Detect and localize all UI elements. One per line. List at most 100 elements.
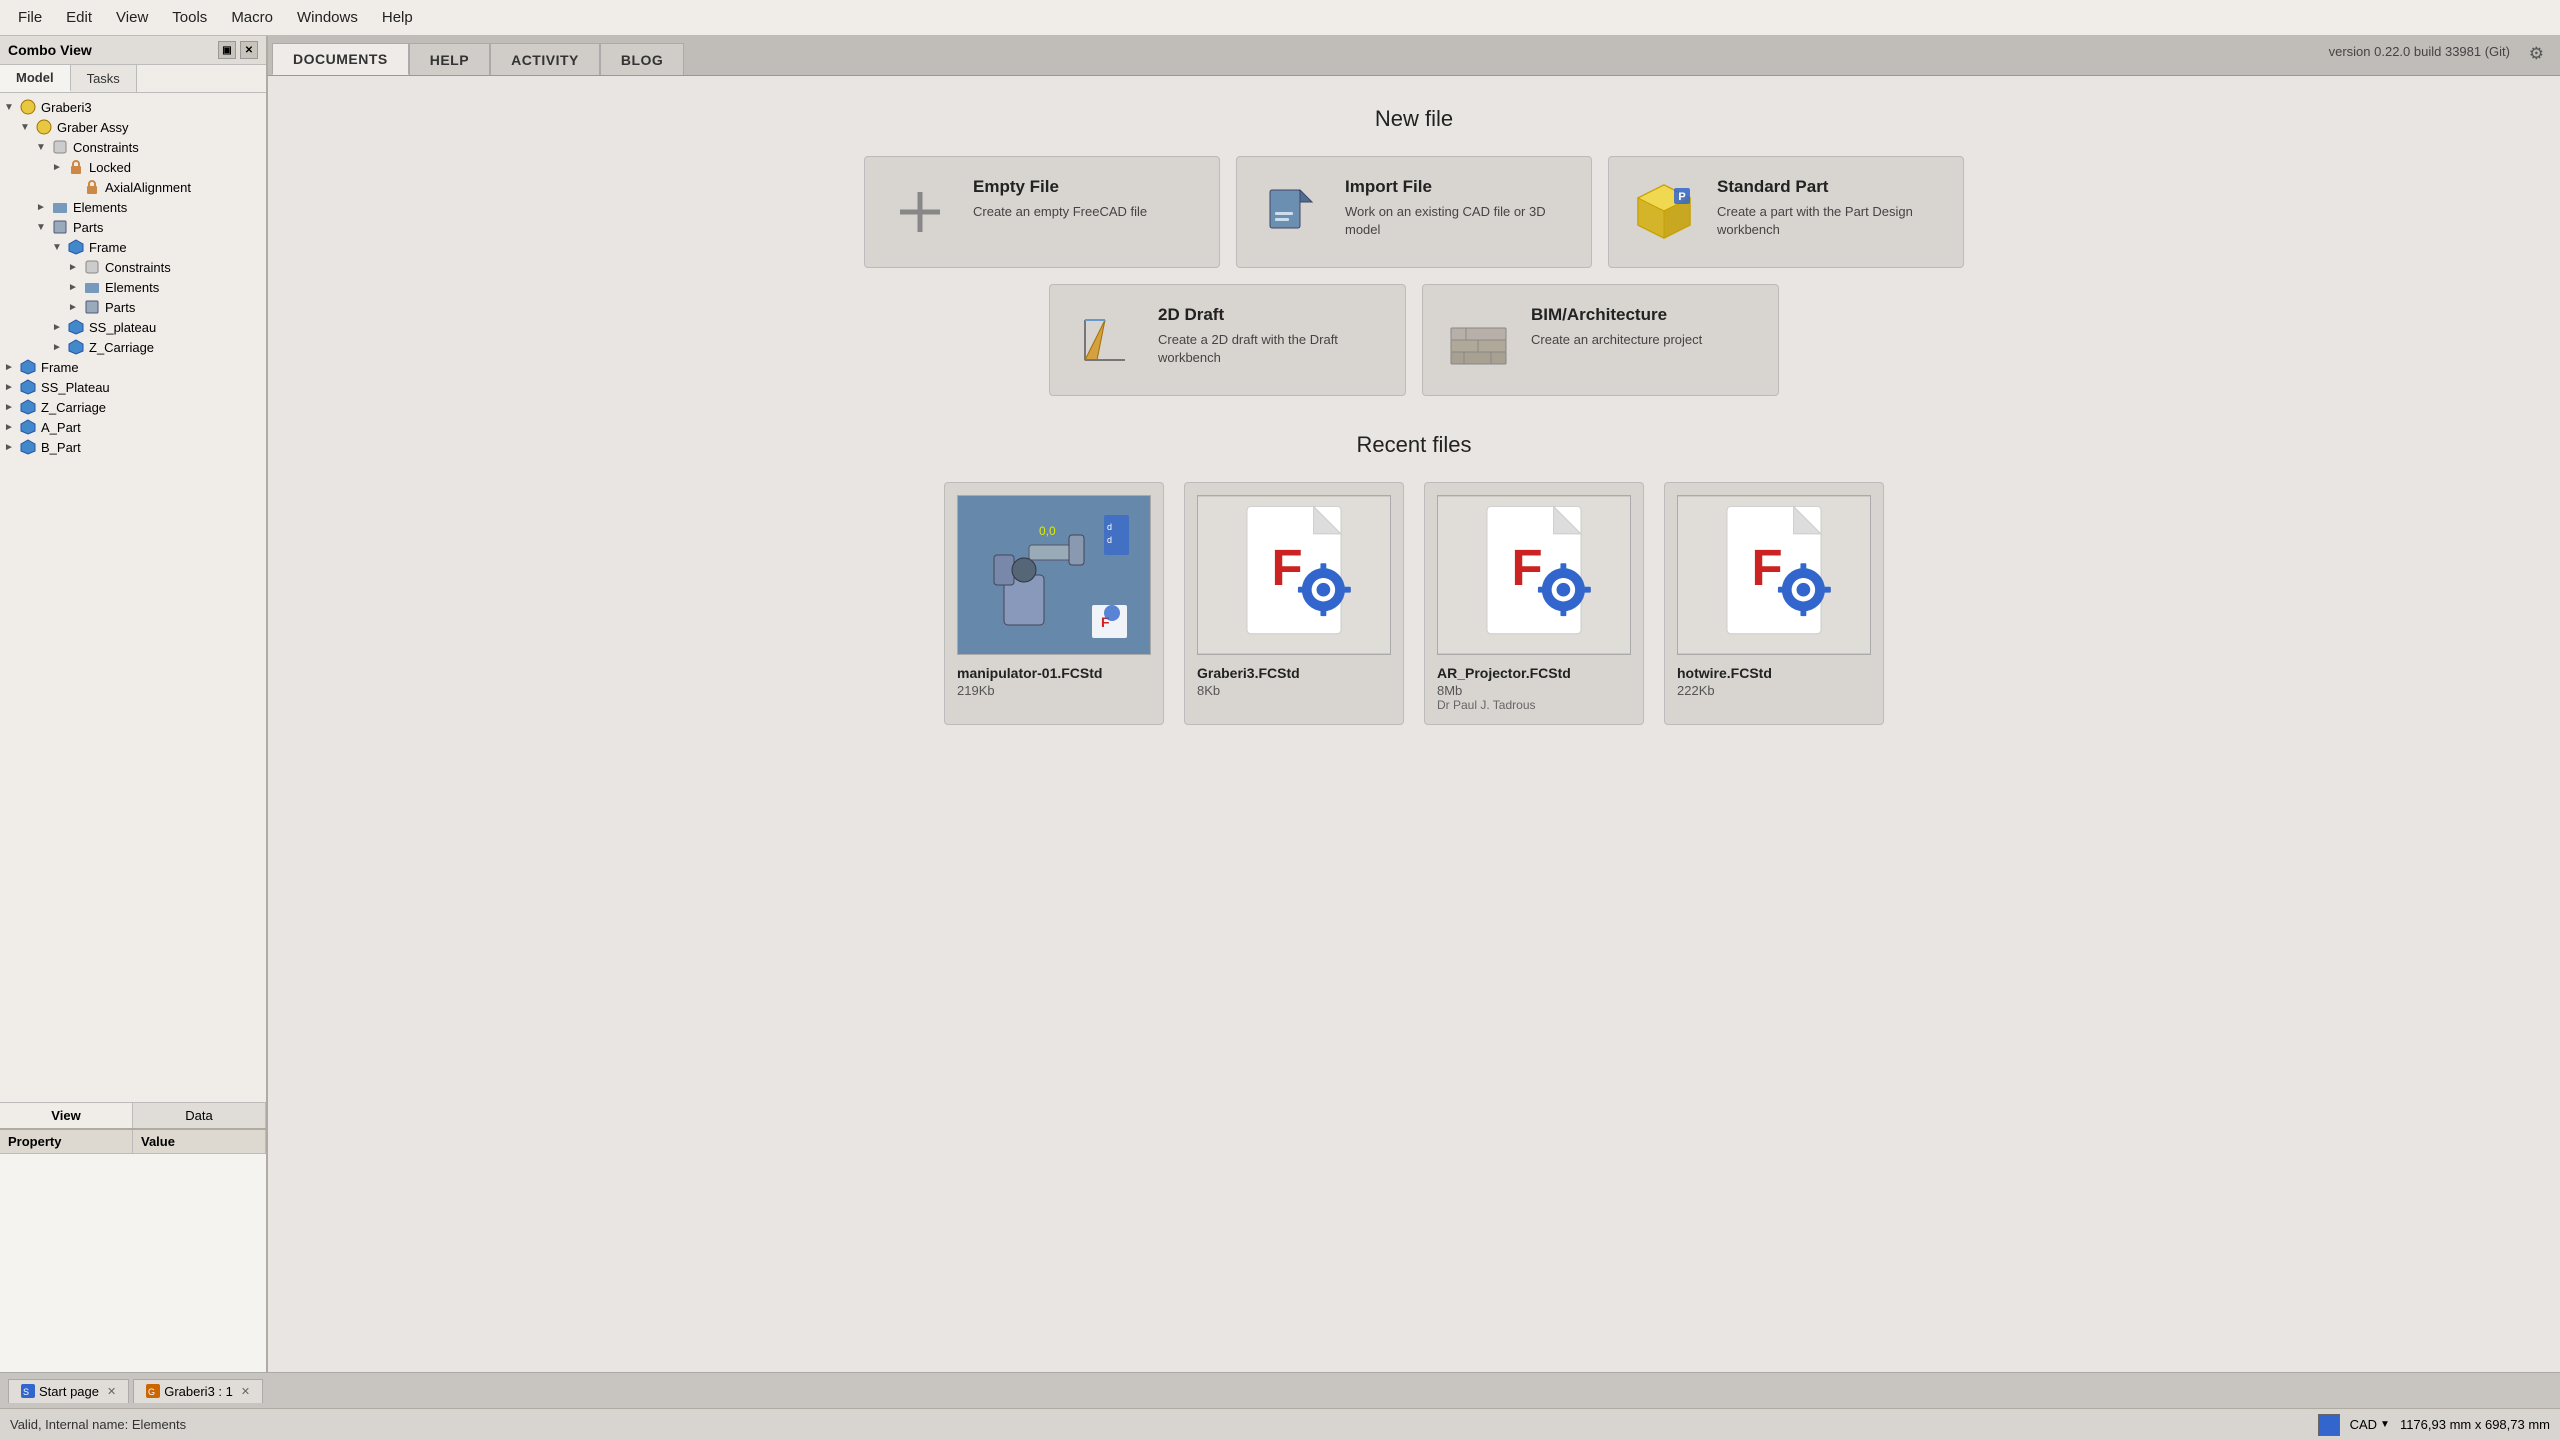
ctab-activity[interactable]: ACTIVITY <box>490 43 600 75</box>
menu-tools[interactable]: Tools <box>162 5 217 30</box>
standard-part-title: Standard Part <box>1717 177 1943 197</box>
tree-item-a-part[interactable]: ►A_Part <box>0 417 266 437</box>
menu-view[interactable]: View <box>106 5 158 30</box>
right-content: DOCUMENTS HELP ACTIVITY BLOG version 0.2… <box>268 36 2560 1408</box>
menu-edit[interactable]: Edit <box>56 5 102 30</box>
tree-item-ss-plateau-root[interactable]: ►SS_Plateau <box>0 377 266 397</box>
bim-architecture-card[interactable]: BIM/Architecture Create an architecture … <box>1422 284 1779 396</box>
tree-arrow-constraints[interactable]: ▼ <box>36 142 50 153</box>
tree-item-axial-alignment[interactable]: AxialAlignment <box>0 177 266 197</box>
page-tab-graberi3[interactable]: G Graberi3 : 1 ✕ <box>133 1379 263 1403</box>
tree-arrow-parts[interactable]: ▼ <box>36 222 50 233</box>
bottom-right: CAD ▼ 1176,93 mm x 698,73 mm <box>2318 1414 2550 1436</box>
tree-item-graber-assy[interactable]: ▼ Graber Assy <box>0 117 266 137</box>
2d-draft-description: Create a 2D draft with the Draft workben… <box>1158 331 1385 367</box>
2d-draft-card[interactable]: 2D Draft Create a 2D draft with the Draf… <box>1049 284 1406 396</box>
tree-icon-elements <box>50 199 70 215</box>
tree-arrow-frame-elements[interactable]: ► <box>68 282 82 293</box>
tree-label-constraints: Constraints <box>73 140 139 155</box>
menu-windows[interactable]: Windows <box>287 5 368 30</box>
bim-title: BIM/Architecture <box>1531 305 1702 325</box>
tree-arrow-frame-constraints[interactable]: ► <box>68 262 82 273</box>
page-tab-graberi3-close[interactable]: ✕ <box>241 1385 250 1398</box>
view-data-tabs: View Data <box>0 1102 266 1128</box>
new-file-title: New file <box>308 106 2520 132</box>
tree-label-graber-assy: Graber Assy <box>57 120 129 135</box>
recent-file-size-graberi3: 8Kb <box>1197 683 1391 698</box>
new-file-grid: Empty File Create an empty FreeCAD file <box>864 156 1964 268</box>
tree-item-parts[interactable]: ▼ Parts <box>0 217 266 237</box>
tree-arrow-locked[interactable]: ► <box>52 162 66 173</box>
menu-help[interactable]: Help <box>372 5 423 30</box>
recent-file-size-hotwire: 222Kb <box>1677 683 1871 698</box>
standard-part-description: Create a part with the Part Design workb… <box>1717 203 1943 239</box>
menu-macro[interactable]: Macro <box>221 5 283 30</box>
tree-arrow-z-carriage[interactable]: ► <box>52 342 66 353</box>
ctab-help[interactable]: HELP <box>409 43 490 75</box>
tree-label-parts: Parts <box>73 220 103 235</box>
color-swatch[interactable] <box>2318 1414 2340 1436</box>
standard-part-icon: P <box>1629 177 1699 247</box>
tree-item-z-carriage-root[interactable]: ►Z_Carriage <box>0 397 266 417</box>
combo-view-buttons: ▣ ✕ <box>218 41 258 59</box>
tab-tasks[interactable]: Tasks <box>71 65 137 92</box>
tree-item-frame-constraints[interactable]: ►Constraints <box>0 257 266 277</box>
content-tabs-row: DOCUMENTS HELP ACTIVITY BLOG version 0.2… <box>268 36 2560 76</box>
tree-arrow-graberi3[interactable]: ▼ <box>4 102 18 113</box>
page-tab-graberi3-label: Graberi3 : 1 <box>164 1384 233 1399</box>
tree-label-elements: Elements <box>73 200 127 215</box>
tree-item-frame-root[interactable]: ►Frame <box>0 357 266 377</box>
tree-arrow-a-part[interactable]: ► <box>4 422 18 433</box>
combo-btn-1[interactable]: ▣ <box>218 41 236 59</box>
vd-tab-view[interactable]: View <box>0 1103 133 1128</box>
tree-arrow-frame-parts[interactable]: ► <box>68 302 82 313</box>
tree-arrow-elements[interactable]: ► <box>36 202 50 213</box>
recent-file-hotwire[interactable]: F hotwire.FCStd 222Kb <box>1664 482 1884 725</box>
tree-item-frame-parts[interactable]: ►Parts <box>0 297 266 317</box>
recent-file-ar-projector[interactable]: F AR_Projector.FCStd 8Mb Dr Paul J. Tadr… <box>1424 482 1644 725</box>
tree-arrow-z-carriage-root[interactable]: ► <box>4 402 18 413</box>
tree-item-constraints[interactable]: ▼ Constraints <box>0 137 266 157</box>
combo-btn-2[interactable]: ✕ <box>240 41 258 59</box>
tree-arrow-frame[interactable]: ▼ <box>52 242 66 253</box>
tree-item-z-carriage[interactable]: ► Z_Carriage <box>0 337 266 357</box>
2d-draft-title: 2D Draft <box>1158 305 1385 325</box>
svg-text:G: G <box>148 1387 155 1397</box>
page-tab-start-label: Start page <box>39 1384 99 1399</box>
tree-item-graberi3[interactable]: ▼Graberi3 <box>0 97 266 117</box>
tree-arrow-ss-plateau[interactable]: ► <box>52 322 66 333</box>
recent-file-graberi3[interactable]: F Graberi3.FCStd 8Kb <box>1184 482 1404 725</box>
property-header: Property Value <box>0 1130 266 1154</box>
recent-file-name-ar-projector: AR_Projector.FCStd <box>1437 665 1631 681</box>
tree-arrow-ss-plateau-root[interactable]: ► <box>4 382 18 393</box>
import-file-card[interactable]: Import File Work on an existing CAD file… <box>1236 156 1592 268</box>
tab-model[interactable]: Model <box>0 65 71 92</box>
vd-tab-data[interactable]: Data <box>133 1103 266 1128</box>
tree-arrow-frame-root[interactable]: ► <box>4 362 18 373</box>
page-tab-start-close[interactable]: ✕ <box>107 1385 116 1398</box>
ctab-blog[interactable]: BLOG <box>600 43 684 75</box>
tree-icon-frame <box>66 239 86 255</box>
tree-label-z-carriage: Z_Carriage <box>89 340 154 355</box>
tree-item-b-part[interactable]: ►B_Part <box>0 437 266 457</box>
tree-arrow-graber-assy[interactable]: ▼ <box>20 122 34 133</box>
tree-item-frame[interactable]: ▼Frame <box>0 237 266 257</box>
settings-gear-icon[interactable]: ⚙ <box>2529 44 2544 64</box>
recent-file-manipulator[interactable]: F 0,0 d d manipulator-01.FCStd 219Kb <box>944 482 1164 725</box>
svg-text:S: S <box>23 1387 29 1397</box>
page-tab-start[interactable]: S Start page ✕ <box>8 1379 129 1403</box>
empty-file-card[interactable]: Empty File Create an empty FreeCAD file <box>864 156 1220 268</box>
tree-item-locked[interactable]: ►Locked <box>0 157 266 177</box>
import-file-title: Import File <box>1345 177 1571 197</box>
ctab-documents[interactable]: DOCUMENTS <box>272 43 409 75</box>
tree-icon-graberi3 <box>18 99 38 115</box>
tree-icon-a-part <box>18 419 38 435</box>
cad-dropdown-arrow[interactable]: ▼ <box>2380 1419 2390 1430</box>
tree-item-ss-plateau[interactable]: ►SS_plateau <box>0 317 266 337</box>
tree-icon-frame-parts <box>82 299 102 315</box>
tree-item-frame-elements[interactable]: ►Elements <box>0 277 266 297</box>
standard-part-card[interactable]: P Standard Part Create a part with the P… <box>1608 156 1964 268</box>
tree-arrow-b-part[interactable]: ► <box>4 442 18 453</box>
menu-file[interactable]: File <box>8 5 52 30</box>
tree-item-elements[interactable]: ► Elements <box>0 197 266 217</box>
